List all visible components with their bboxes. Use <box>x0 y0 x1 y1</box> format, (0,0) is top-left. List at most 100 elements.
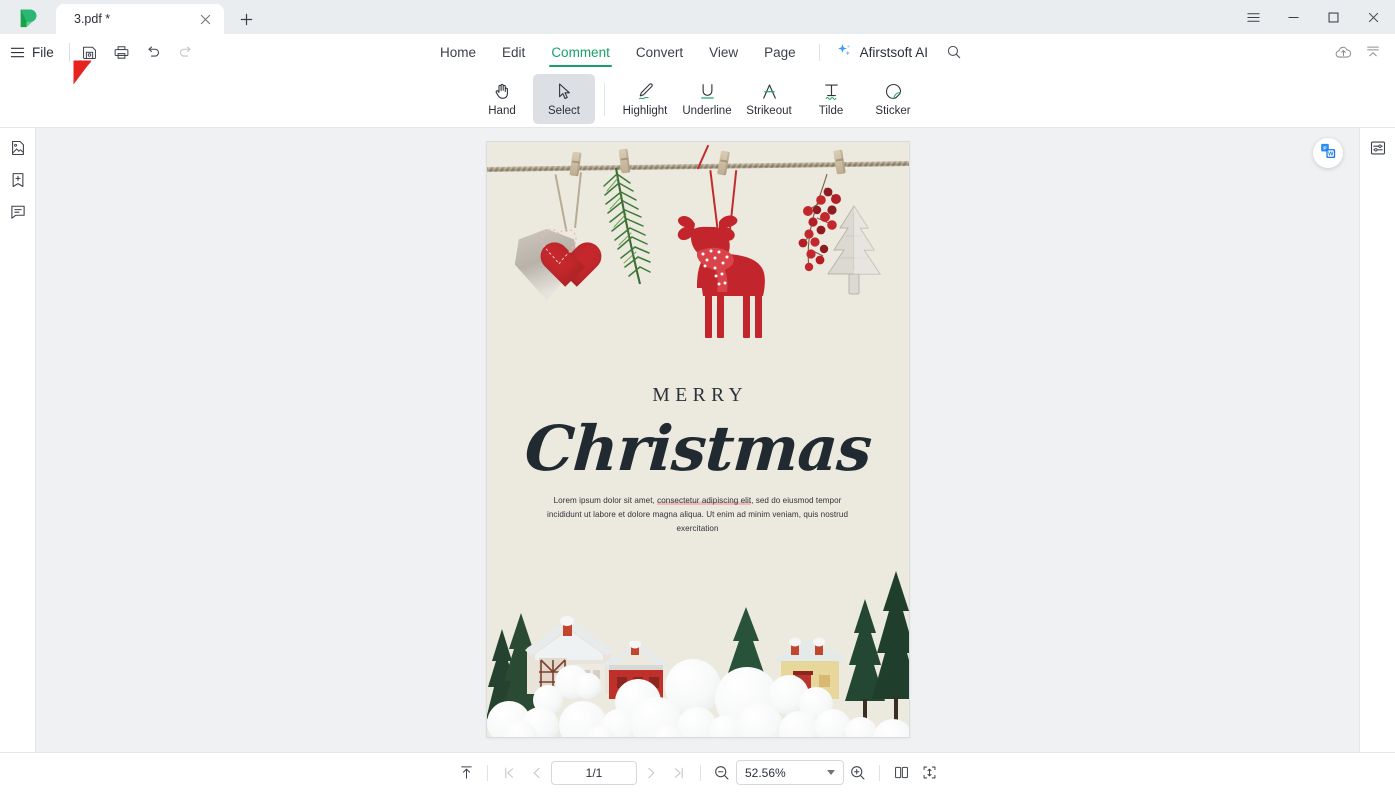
left-sidebar <box>0 128 36 752</box>
redo-icon[interactable] <box>171 38 201 66</box>
zoom-in-button[interactable] <box>844 760 872 786</box>
strikeout-icon <box>759 79 780 103</box>
app-logo <box>0 0 56 34</box>
sidebar-item-thumbnails[interactable] <box>4 136 32 164</box>
maximize-icon[interactable] <box>1313 1 1353 33</box>
minimize-icon[interactable] <box>1273 1 1313 33</box>
tool-select[interactable]: Select <box>533 73 595 124</box>
heart-stitching <box>533 224 585 272</box>
tab-home[interactable]: Home <box>427 37 489 68</box>
tool-highlight[interactable]: Highlight <box>614 74 676 124</box>
quick-access-toolbar <box>75 38 201 66</box>
page-number-input[interactable] <box>551 760 637 785</box>
tool-hand-label: Hand <box>488 105 516 118</box>
sidebar-item-comments[interactable] <box>4 200 32 228</box>
tab-close-icon[interactable] <box>196 10 214 28</box>
tool-strikeout-label: Strikeout <box>746 105 792 118</box>
chevron-down-icon <box>827 770 835 775</box>
tool-tilde-label: Tilde <box>818 105 844 118</box>
card-body-text: Lorem ipsum dolor sit amet, consectetur … <box>545 494 851 536</box>
pdf-to-word-button[interactable]: P W <box>1313 138 1343 168</box>
file-menu-button[interactable]: File <box>28 42 64 63</box>
tab-page[interactable]: Page <box>751 37 809 68</box>
highlight-pen-icon <box>635 79 656 103</box>
tool-hand[interactable]: Hand <box>471 74 533 124</box>
tool-underline[interactable]: Underline <box>676 74 738 124</box>
collapse-ribbon-icon[interactable] <box>1359 38 1387 66</box>
card-script-title: Christmas <box>522 412 874 485</box>
first-page-button[interactable] <box>495 760 523 786</box>
body-text-before: Lorem ipsum dolor sit amet, <box>553 496 658 505</box>
tab-convert[interactable]: Convert <box>623 37 696 68</box>
tab-title: 3.pdf * <box>74 12 111 26</box>
document-viewer[interactable]: P W MERRY Christmas Lorem ipsum dolor si… <box>36 128 1359 752</box>
search-icon[interactable] <box>940 39 968 65</box>
right-sidebar <box>1359 128 1395 752</box>
scroll-to-top-button[interactable] <box>452 760 480 786</box>
tilde-icon <box>821 79 842 103</box>
pdf-page[interactable]: MERRY Christmas Lorem ipsum dolor sit am… <box>486 142 909 737</box>
two-page-view-button[interactable] <box>887 760 915 786</box>
afirstsoft-ai-label: Afirstsoft AI <box>859 44 928 60</box>
last-page-button[interactable] <box>665 760 693 786</box>
ribbon-tools: Hand Select Highlight Underline Strikeou… <box>471 73 924 124</box>
menu-right-actions <box>1329 38 1395 66</box>
sticker-icon <box>883 79 904 103</box>
status-bar: 52.56% <box>0 752 1395 792</box>
previous-page-button[interactable] <box>523 760 551 786</box>
tool-highlight-label: Highlight <box>622 105 668 118</box>
status-divider <box>879 764 880 781</box>
document-tab[interactable]: 3.pdf * <box>56 4 224 34</box>
title-bar: 3.pdf * <box>0 0 1395 34</box>
save-icon[interactable] <box>75 38 105 66</box>
undo-icon[interactable] <box>139 38 169 66</box>
underline-icon <box>697 79 718 103</box>
sidebar-item-properties[interactable] <box>1364 136 1392 164</box>
tab-comment[interactable]: Comment <box>538 37 623 68</box>
add-bookmark-icon <box>9 171 27 194</box>
tabs-divider <box>818 43 820 61</box>
properties-panel-icon <box>1369 139 1387 162</box>
close-icon[interactable] <box>1353 1 1393 33</box>
cloud-upload-icon[interactable] <box>1329 38 1357 66</box>
tool-strikeout[interactable]: Strikeout <box>738 74 800 124</box>
status-divider <box>487 764 488 781</box>
comment-list-icon <box>9 203 27 226</box>
tool-select-label: Select <box>548 105 580 118</box>
ribbon-divider <box>604 81 605 116</box>
afirstsoft-logo-icon <box>18 7 39 28</box>
sidebar-item-bookmarks[interactable] <box>4 168 32 196</box>
window-controls <box>1233 0 1395 34</box>
next-page-button[interactable] <box>637 760 665 786</box>
zoom-level-select[interactable]: 52.56% <box>736 760 844 785</box>
tool-tilde[interactable]: Tilde <box>800 74 862 124</box>
new-tab-button[interactable] <box>230 4 262 34</box>
fit-page-button[interactable] <box>915 760 943 786</box>
main-menu-icon[interactable] <box>6 45 28 60</box>
cursor-arrow-icon <box>554 79 575 103</box>
tool-underline-label: Underline <box>682 105 732 118</box>
card-heading: MERRY <box>652 385 749 406</box>
reindeer-ornament <box>667 212 787 352</box>
tab-edit[interactable]: Edit <box>489 37 538 68</box>
tab-view[interactable]: View <box>696 37 751 68</box>
highlight-annotation[interactable]: consectetur adipiscing elit <box>657 496 752 505</box>
zoom-level-value: 52.56% <box>745 765 786 780</box>
svg-text:W: W <box>1328 151 1334 157</box>
zoom-out-button[interactable] <box>708 760 736 786</box>
pdf-to-word-icon: P W <box>1317 140 1339 167</box>
sparkle-icon <box>836 42 853 62</box>
tool-sticker-label: Sticker <box>875 105 911 118</box>
red-heart-ornament <box>533 224 585 272</box>
window-menu-icon[interactable] <box>1233 1 1273 33</box>
page-thumbnail-icon <box>9 139 27 162</box>
tool-sticker[interactable]: Sticker <box>862 74 924 124</box>
pine-tree-right-2 <box>871 569 909 734</box>
winter-village-scene <box>486 569 909 737</box>
hand-icon <box>492 79 513 103</box>
afirstsoft-ai-button[interactable]: Afirstsoft AI <box>830 38 934 66</box>
snowball <box>574 673 601 699</box>
ribbon-tabs: Home Edit Comment Convert View Page Afir… <box>0 37 1395 68</box>
menu-bar: File Home Edit Comment Convert View Page… <box>0 34 1395 70</box>
print-icon[interactable] <box>107 38 137 66</box>
